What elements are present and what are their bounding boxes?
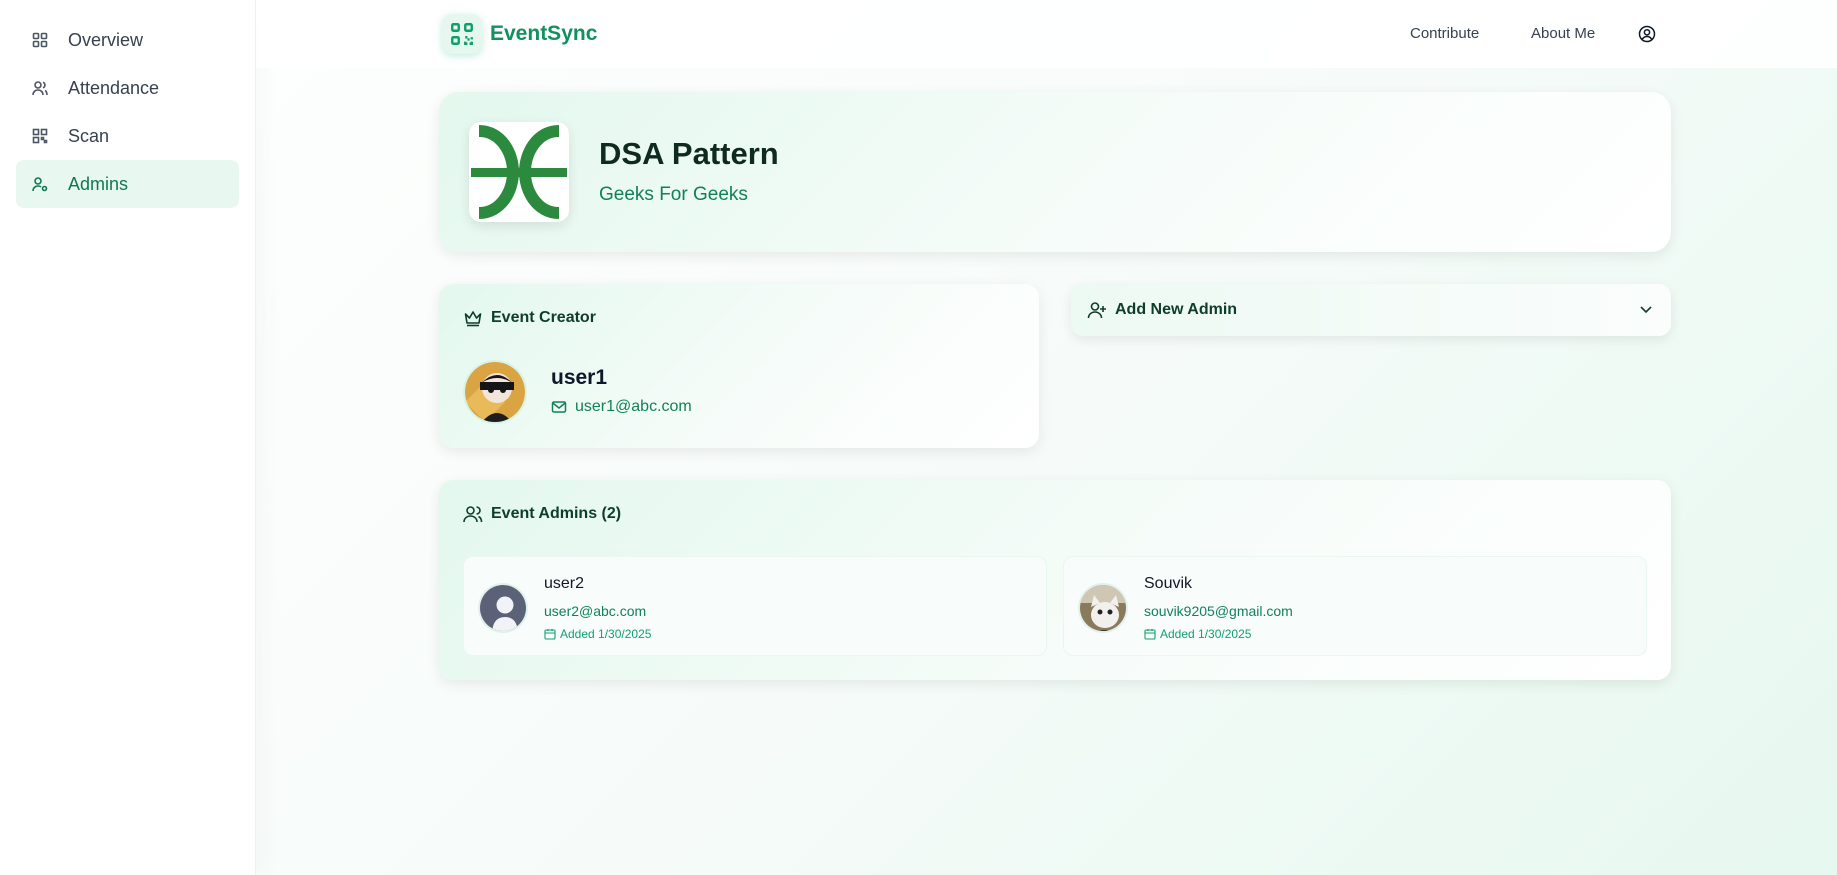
qr-icon (32, 128, 48, 144)
gfg-logo-icon (471, 125, 567, 219)
avatar (463, 360, 527, 424)
admin-name: Souvik (1144, 575, 1193, 592)
top-header: EventSync Contribute About Me (256, 0, 1837, 68)
nav-about-link[interactable]: About Me (1531, 25, 1595, 42)
event-admins-card: Event Admins (2) user2 user2@abc.com Add… (439, 480, 1671, 680)
admin-name: user2 (544, 575, 585, 592)
sidebar-item-label: Scan (68, 125, 110, 146)
section-heading: Event Creator (463, 308, 596, 328)
event-logo (469, 122, 569, 222)
sidebar: Overview Attendance Scan Admins (0, 0, 256, 875)
event-card: DSA Pattern Geeks For Geeks (439, 92, 1671, 252)
brand[interactable]: EventSync (442, 14, 597, 54)
calendar-icon (1144, 628, 1156, 640)
creator-heading: Event Creator (491, 309, 596, 326)
admin-added-date: Added 1/30/2025 (1144, 627, 1251, 641)
admin-tile: user2 user2@abc.com Added 1/30/2025 (463, 556, 1047, 656)
creator-email: user1@abc.com (551, 398, 692, 416)
users-icon (463, 504, 483, 524)
users-icon (32, 80, 48, 96)
creator-email-text: user1@abc.com (575, 398, 692, 415)
admins-heading: Event Admins (2) (491, 505, 622, 522)
user-plus-icon (1087, 300, 1107, 320)
brand-name: EventSync (490, 22, 598, 45)
user-cog-icon (32, 176, 48, 192)
event-title: DSA Pattern (599, 136, 779, 171)
nav-contribute-link[interactable]: Contribute (1410, 25, 1479, 42)
profile-icon[interactable] (1638, 25, 1656, 43)
mail-icon (551, 399, 567, 415)
admin-added-text: Added 1/30/2025 (560, 627, 652, 641)
sidebar-item-label: Overview (68, 29, 144, 50)
admin-email: user2@abc.com (544, 603, 647, 619)
calendar-icon (544, 628, 556, 640)
section-heading: Event Admins (2) (463, 504, 621, 524)
admin-added-text: Added 1/30/2025 (1160, 627, 1252, 641)
event-creator-card: Event Creator user1 user1@abc.com (439, 284, 1039, 448)
sidebar-item-overview[interactable]: Overview (16, 16, 239, 64)
avatar (1078, 583, 1128, 633)
sidebar-item-label: Admins (68, 173, 129, 194)
crown-icon (463, 308, 483, 328)
admin-added-date: Added 1/30/2025 (544, 627, 651, 641)
event-organizer: Geeks For Geeks (599, 184, 748, 205)
sidebar-item-attendance[interactable]: Attendance (16, 64, 239, 112)
avatar (478, 583, 528, 633)
grid-icon (32, 32, 48, 48)
qr-logo-icon (442, 14, 482, 54)
admin-email: souvik9205@gmail.com (1144, 603, 1293, 619)
sidebar-item-admins[interactable]: Admins (16, 160, 239, 208)
sidebar-item-label: Attendance (68, 77, 160, 98)
chevron-down-icon[interactable] (1637, 300, 1655, 318)
sidebar-item-scan[interactable]: Scan (16, 112, 239, 160)
creator-name: user1 (551, 366, 608, 389)
add-new-admin-label: Add New Admin (1115, 301, 1238, 318)
admin-tile: Souvik souvik9205@gmail.com Added 1/30/2… (1063, 556, 1647, 656)
add-new-admin-toggle[interactable]: Add New Admin (1071, 284, 1671, 336)
